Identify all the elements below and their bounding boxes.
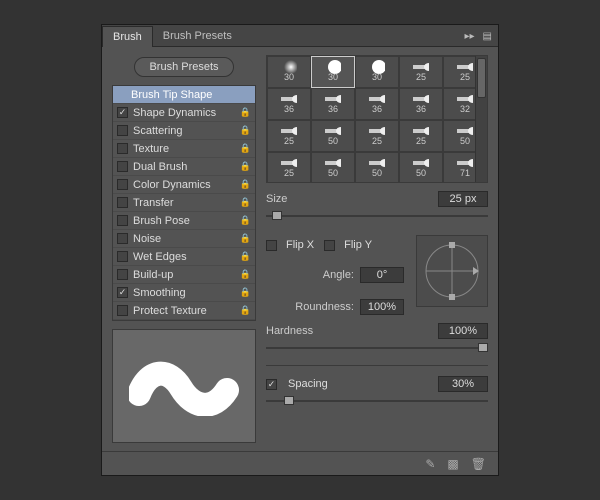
- roundness-value[interactable]: 100%: [360, 299, 404, 315]
- panel-footer: ✎ ▩ 🗑: [102, 451, 498, 475]
- new-brush-icon[interactable]: ▩: [447, 457, 458, 471]
- brush-tip-cell[interactable]: 36: [355, 88, 399, 120]
- option-smoothing[interactable]: ✓Smoothing🔒: [113, 284, 255, 302]
- option-color-dynamics[interactable]: Color Dynamics🔒: [113, 176, 255, 194]
- brush-tip-cell[interactable]: 30: [267, 56, 311, 88]
- tab-bar: Brush Brush Presets ▸▸ ▤: [102, 25, 498, 47]
- stroke-preview-shape: [129, 356, 239, 416]
- option-brush-pose[interactable]: Brush Pose🔒: [113, 212, 255, 230]
- spacing-slider[interactable]: [266, 394, 488, 408]
- option-build-up[interactable]: Build-up🔒: [113, 266, 255, 284]
- brush-tip-cell[interactable]: 36: [267, 88, 311, 120]
- brush-tip-grid: 3030302525363636363225502525502550505071: [266, 55, 488, 183]
- tab-brush-presets[interactable]: Brush Presets: [153, 26, 242, 46]
- brush-tip-cell[interactable]: 25: [267, 152, 311, 183]
- option-protect-texture[interactable]: Protect Texture🔒: [113, 302, 255, 320]
- brush-presets-button[interactable]: Brush Presets: [134, 57, 233, 77]
- spacing-value[interactable]: 30%: [438, 376, 488, 392]
- toggle-preview-icon[interactable]: ✎: [425, 457, 435, 471]
- expand-icon[interactable]: ▸▸: [465, 31, 475, 42]
- option-texture[interactable]: Texture🔒: [113, 140, 255, 158]
- brush-tip-cell[interactable]: 25: [399, 120, 443, 152]
- brush-tip-cell[interactable]: 50: [311, 152, 355, 183]
- option-dual-brush[interactable]: Dual Brush🔒: [113, 158, 255, 176]
- brush-tip-cell[interactable]: 30: [311, 56, 355, 88]
- brush-tip-cell[interactable]: 50: [355, 152, 399, 183]
- hardness-slider[interactable]: [266, 341, 488, 355]
- brush-options-list: Brush Tip Shape ✓Shape Dynamics🔒Scatteri…: [112, 85, 256, 321]
- brush-panel: Brush Brush Presets ▸▸ ▤ Brush Presets B…: [101, 24, 499, 476]
- brush-tip-cell[interactable]: 36: [399, 88, 443, 120]
- flip-x-checkbox[interactable]: Flip X: [266, 239, 314, 251]
- flip-y-checkbox[interactable]: Flip Y: [324, 239, 372, 251]
- roundness-label: Roundness:: [295, 301, 354, 313]
- size-value[interactable]: 25 px: [438, 191, 488, 207]
- right-column: 3030302525363636363225502525502550505071…: [260, 47, 498, 451]
- stroke-preview: [112, 329, 256, 443]
- size-slider[interactable]: [266, 209, 488, 223]
- option-noise[interactable]: Noise🔒: [113, 230, 255, 248]
- angle-control[interactable]: [416, 235, 488, 307]
- option-transfer[interactable]: Transfer🔒: [113, 194, 255, 212]
- hardness-label: Hardness: [266, 325, 313, 337]
- option-label: Brush Tip Shape: [131, 89, 212, 101]
- angle-label: Angle:: [323, 269, 354, 281]
- option-wet-edges[interactable]: Wet Edges🔒: [113, 248, 255, 266]
- left-column: Brush Presets Brush Tip Shape ✓Shape Dyn…: [102, 47, 260, 451]
- grid-scrollbar[interactable]: [475, 56, 487, 182]
- brush-tip-cell[interactable]: 25: [355, 120, 399, 152]
- delete-icon[interactable]: 🗑: [471, 457, 486, 471]
- option-shape-dynamics[interactable]: ✓Shape Dynamics🔒: [113, 104, 255, 122]
- spacing-checkbox[interactable]: ✓Spacing: [266, 378, 328, 390]
- brush-tip-cell[interactable]: 50: [311, 120, 355, 152]
- brush-tip-cell[interactable]: 25: [399, 56, 443, 88]
- brush-tip-cell[interactable]: 36: [311, 88, 355, 120]
- angle-value[interactable]: 0°: [360, 267, 404, 283]
- option-brush-tip-shape[interactable]: Brush Tip Shape: [113, 86, 255, 104]
- brush-tip-cell[interactable]: 50: [399, 152, 443, 183]
- hardness-value[interactable]: 100%: [438, 323, 488, 339]
- brush-tip-cell[interactable]: 30: [355, 56, 399, 88]
- option-scattering[interactable]: Scattering🔒: [113, 122, 255, 140]
- panel-menu-icon[interactable]: ▤: [483, 31, 492, 42]
- size-label: Size: [266, 193, 287, 205]
- tab-brush[interactable]: Brush: [102, 26, 153, 47]
- brush-tip-cell[interactable]: 25: [267, 120, 311, 152]
